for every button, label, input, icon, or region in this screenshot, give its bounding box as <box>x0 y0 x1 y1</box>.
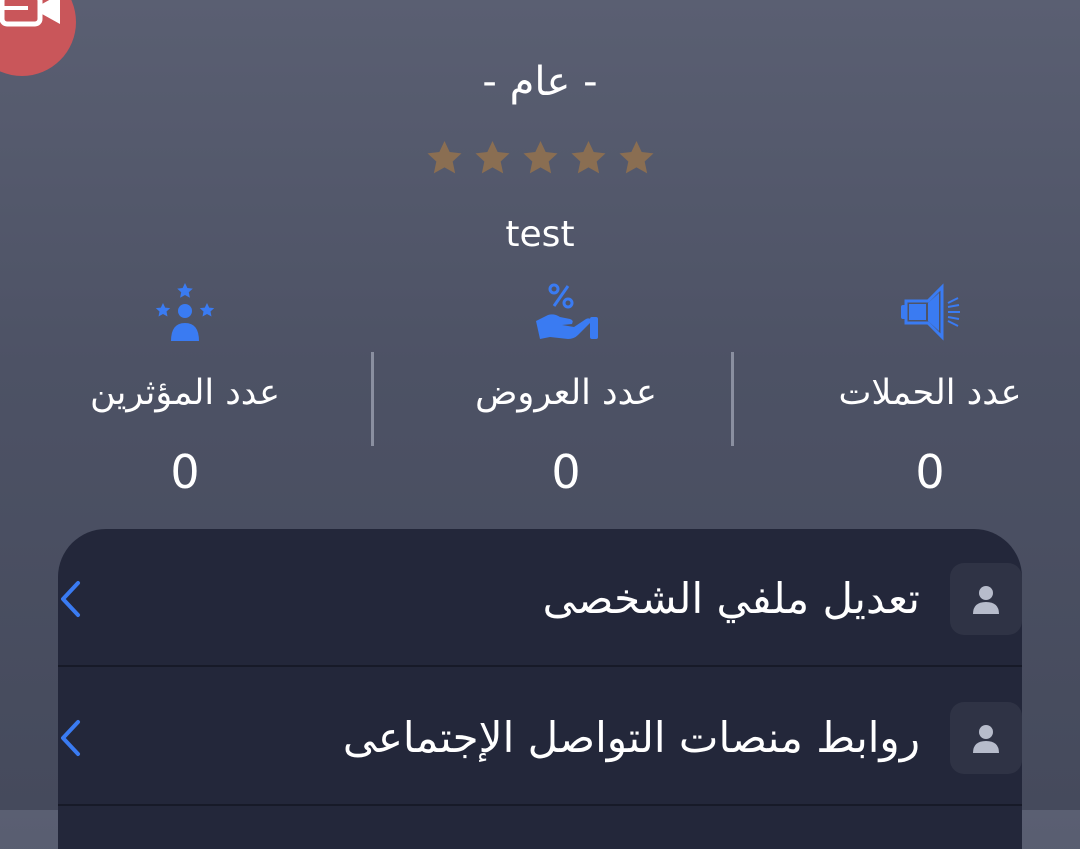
menu-divider <box>58 665 1022 667</box>
stat-campaigns: عدد الحملات 0 <box>730 280 1080 500</box>
video-camera-icon <box>0 0 60 27</box>
stat-influencers-value: 0 <box>170 445 200 499</box>
user-icon <box>973 725 999 753</box>
profile-username: test <box>505 214 575 255</box>
menu-divider <box>58 804 1022 806</box>
profile-category: - عام - <box>482 59 598 105</box>
stat-influencers-label: عدد المؤثرين <box>89 373 281 413</box>
star-icon <box>568 138 609 178</box>
menu-item-label: تعديل ملفي الشخصى <box>542 574 920 623</box>
star-icon <box>472 138 513 178</box>
chevron-left-icon <box>61 720 80 756</box>
stat-offers-value: 0 <box>551 445 581 499</box>
stat-campaigns-label: عدد الحملات <box>838 373 1022 413</box>
menu-item-label: روابط منصات التواصل الإجتماعى <box>342 713 920 762</box>
megaphone-icon <box>901 283 960 341</box>
star-icon <box>424 138 465 178</box>
chevron-left-icon <box>61 581 80 617</box>
menu-item-edit-profile[interactable]: تعديل ملفي الشخصى <box>58 529 1022 669</box>
stat-offers: عدد العروض 0 <box>376 280 756 500</box>
stat-offers-label: عدد العروض <box>475 373 657 413</box>
stat-influencers: عدد المؤثرين 0 <box>0 280 370 500</box>
menu-item-social-links[interactable]: روابط منصات التواصل الإجتماعى <box>58 668 1022 808</box>
star-icon <box>520 138 561 178</box>
stat-campaigns-value: 0 <box>915 445 945 499</box>
avatar-box <box>950 702 1022 774</box>
rating-stars <box>0 138 1080 178</box>
influencer-stars-icon <box>155 283 215 341</box>
stat-divider <box>371 352 374 446</box>
user-icon <box>973 586 999 614</box>
star-icon <box>616 138 657 178</box>
avatar-box <box>950 563 1022 635</box>
offer-hand-percent-icon <box>536 283 598 339</box>
